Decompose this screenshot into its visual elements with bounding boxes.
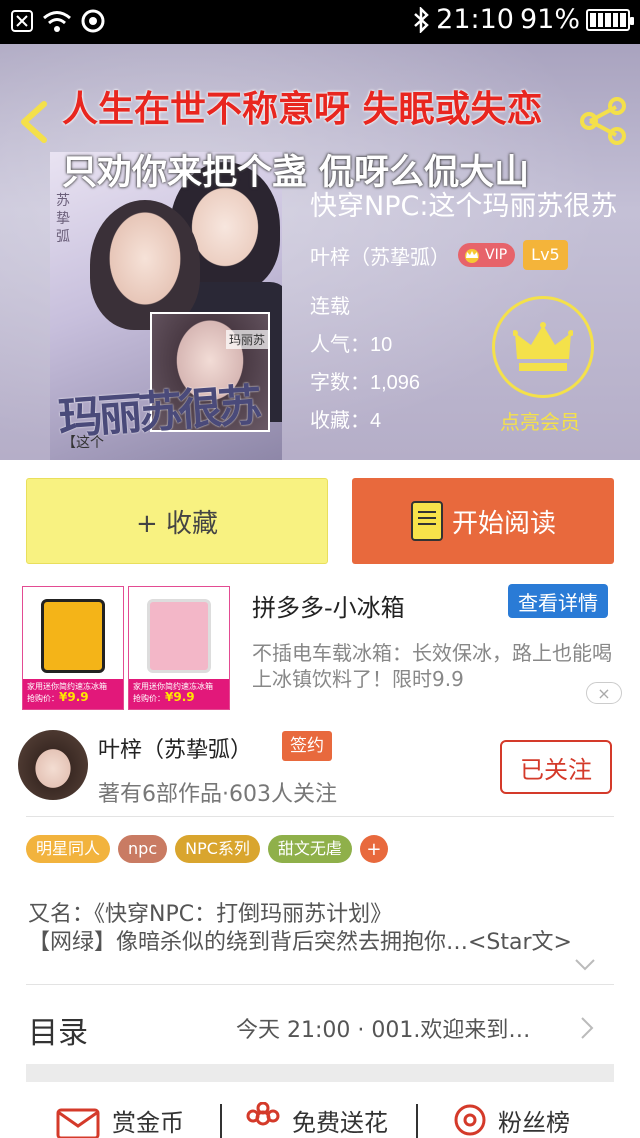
level-badge: Lv5 — [523, 240, 568, 270]
book-icon — [410, 501, 443, 541]
status-bar: 21:10 91% — [0, 0, 640, 44]
more-tags-button[interactable]: + — [359, 835, 388, 863]
battery-icon — [586, 8, 634, 31]
crown-icon — [465, 249, 479, 263]
battery-percent: 91% — [519, 4, 580, 35]
book-title: 快穿NPC:这个玛丽苏很苏 — [310, 191, 618, 222]
separator — [416, 1104, 418, 1138]
chevron-right-icon[interactable] — [580, 1016, 594, 1040]
author-avatar[interactable] — [18, 730, 88, 800]
fan-ranking-button[interactable]: 粉丝榜 — [452, 1102, 570, 1138]
lyric-line-1: 人生在世不称意呀 失眠或失恋 — [62, 89, 543, 130]
crown-icon — [513, 322, 573, 371]
cover-name-plate: 玛丽苏 — [226, 330, 269, 349]
author-card-name[interactable]: 叶梓（苏挚弧） — [98, 732, 252, 764]
ad-details-button[interactable]: 查看详情 — [508, 584, 608, 618]
bottom-action-bar: 赏金币 免费送花 粉丝榜 — [0, 1100, 640, 1138]
expand-chevron-icon[interactable] — [574, 958, 596, 972]
bluetooth-icon — [414, 6, 429, 33]
send-flowers-label: 免费送花 — [292, 1108, 388, 1137]
toc-latest-chapter[interactable]: 今天 21:00 · 001.欢迎来到… — [236, 1012, 576, 1044]
favorites-stat: 收藏：4 — [310, 408, 382, 432]
ad-image-1[interactable]: 家用迷你简约速冻冰箱 抢购价：¥9.9 — [22, 586, 124, 710]
ad-description[interactable]: 不插电车载冰箱：长效保冰，路上也能喝上冰镇饮料了！限时9.9 — [252, 640, 626, 692]
author-name[interactable]: 叶梓（苏挚弧） — [310, 241, 450, 270]
fridge-pink — [147, 599, 211, 673]
tag-item[interactable]: npc — [118, 835, 168, 863]
coin-envelope-icon — [56, 1108, 100, 1138]
member-crown-button[interactable] — [492, 296, 594, 398]
separator — [220, 1104, 222, 1138]
status-icons-left — [10, 8, 106, 34]
serial-status: 连载 — [310, 294, 350, 318]
fridge-yellow — [41, 599, 105, 673]
start-reading-button[interactable]: 开始阅读 — [352, 478, 614, 564]
tag-list: 明星同人 npc NPC系列 甜文无虐 + — [26, 835, 388, 863]
book-header: 人生在世不称意呀 失眠或失恋 苏挚弧 玛丽苏 玛丽苏很苏 【这个 只劝你来把个盏… — [0, 44, 640, 460]
tip-coins-label: 赏金币 — [112, 1108, 184, 1137]
flower-icon — [246, 1102, 280, 1126]
member-label[interactable]: 点亮会员 — [500, 406, 580, 435]
tag-item[interactable]: NPC系列 — [175, 835, 260, 863]
ad-close-button[interactable]: × — [586, 682, 622, 704]
popularity-stat: 人气：10 — [310, 332, 393, 356]
word-count-stat: 字数：1,096 — [310, 370, 421, 394]
ad-title[interactable]: 拼多多-小冰箱 — [252, 588, 405, 623]
back-arrow-icon[interactable] — [14, 98, 54, 146]
section-gap — [26, 1064, 614, 1082]
ad-image-2[interactable]: 家用迷你简约速冻冰箱 抢购价：¥9.9 — [128, 586, 230, 710]
divider — [26, 984, 614, 985]
cover-subtitle: 【这个 — [62, 435, 104, 451]
status-icons-right: 21:10 91% — [412, 4, 634, 35]
vip-badge: VIP — [458, 243, 516, 267]
share-icon[interactable] — [578, 96, 628, 146]
book-cover[interactable]: 苏挚弧 玛丽苏 玛丽苏很苏 【这个 — [50, 152, 282, 460]
tag-item[interactable]: 明星同人 — [26, 835, 111, 863]
author-summary: 著有6部作品·603人关注 — [98, 782, 337, 807]
medal-icon — [454, 1104, 486, 1136]
cover-side-text: 苏挚弧 — [56, 193, 70, 245]
tip-coins-button[interactable]: 赏金币 — [56, 1102, 184, 1138]
fan-ranking-label: 粉丝榜 — [498, 1108, 570, 1137]
signed-badge: 签约 — [282, 731, 332, 761]
divider — [26, 816, 614, 817]
toc-label[interactable]: 目录 — [28, 1008, 88, 1052]
tag-item[interactable]: 甜文无虐 — [267, 835, 352, 863]
music-app-icon — [81, 9, 105, 33]
collect-button[interactable]: + 收藏 — [26, 478, 328, 564]
start-reading-label: 开始阅读 — [451, 508, 556, 539]
send-flowers-button[interactable]: 免费送花 — [244, 1102, 388, 1138]
book-description[interactable]: 【网绿】像暗杀似的绕到背后突然去拥抱你…<Star文> — [28, 924, 614, 956]
wifi-icon — [43, 11, 71, 32]
clock: 21:10 — [436, 4, 514, 35]
follow-button[interactable]: 已关注 — [500, 740, 612, 794]
no-sim-icon — [11, 10, 33, 32]
author-line: 叶梓（苏挚弧） VIP Lv5 — [310, 240, 568, 270]
